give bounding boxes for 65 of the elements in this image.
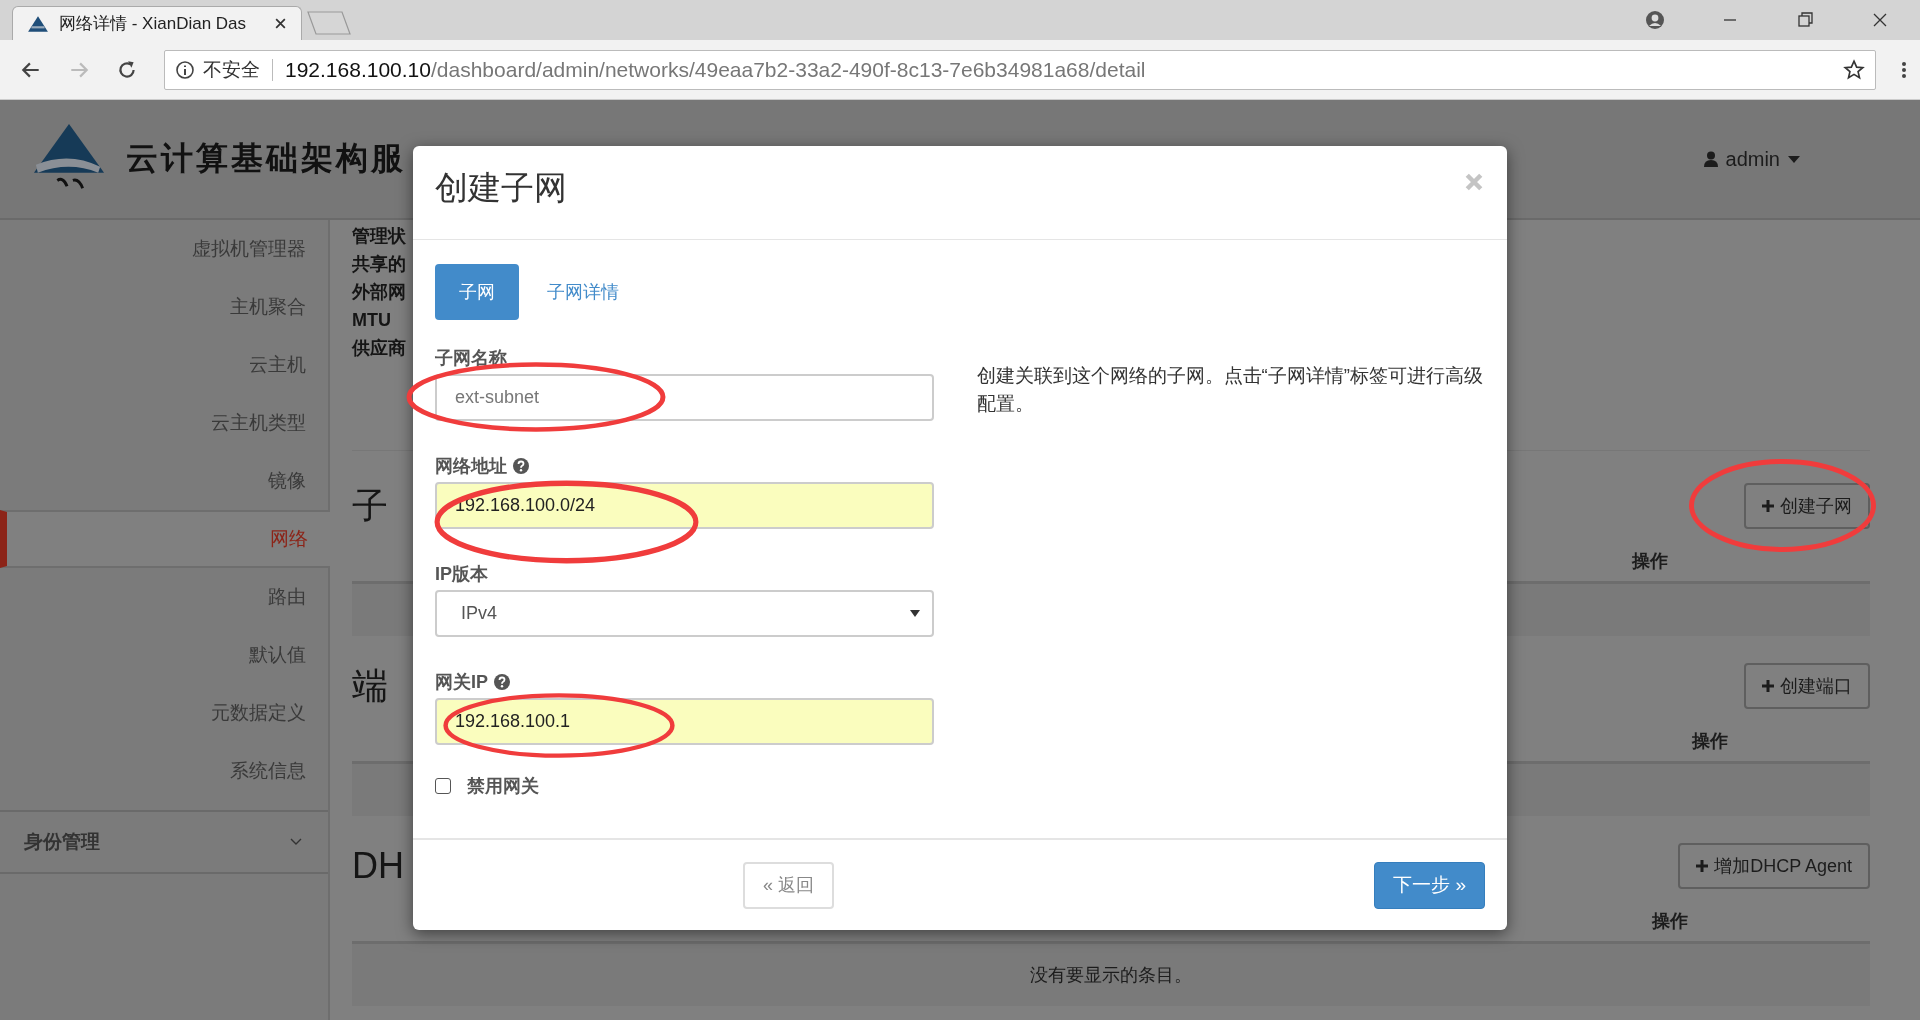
field-label: 网关IP	[435, 671, 488, 694]
select-field[interactable]: IPv4	[435, 590, 934, 637]
tab-title: 网络详情 - XianDian Das	[59, 13, 248, 35]
star-icon[interactable]	[1843, 58, 1865, 81]
info-icon	[175, 59, 195, 80]
tab[interactable]: 子网详情	[523, 264, 643, 320]
plus-icon	[1696, 860, 1709, 872]
plus-icon	[1762, 680, 1774, 692]
field-label: 网络地址	[435, 455, 507, 478]
sidebar-item[interactable]: 默认值	[0, 626, 328, 684]
sidebar-item[interactable]: 元数据定义	[0, 684, 328, 742]
sidebar-item[interactable]: 主机聚合	[0, 278, 328, 336]
next-button[interactable]: 下一步 »	[1374, 861, 1485, 909]
sidebar-item[interactable]: 云主机类型	[0, 394, 328, 452]
account-icon[interactable]	[1645, 10, 1665, 30]
column-header: 操作	[1632, 550, 1668, 573]
input-field[interactable]: ext-subnet	[435, 374, 934, 421]
overview-label: 供应商	[352, 337, 406, 360]
sidebar-group[interactable]: 身份管理	[0, 810, 328, 874]
overview-label: MTU	[352, 309, 391, 332]
sidebar-item[interactable]: 网络	[0, 510, 330, 568]
sidebar-item[interactable]: 虚拟机管理器	[0, 220, 328, 278]
browser-tab[interactable]: 网络详情 - XianDian Das	[12, 6, 302, 40]
user-icon	[1703, 151, 1718, 167]
add-button[interactable]: 增加DHCP Agent	[1678, 843, 1870, 889]
overview-label: 外部网	[352, 281, 406, 304]
add-button[interactable]: 创建端口	[1744, 663, 1870, 709]
section-heading: 子	[352, 483, 388, 528]
overview-label: 管理状	[352, 225, 406, 248]
sidebar-item[interactable]: 镜像	[0, 452, 328, 510]
field-label: IP版本	[435, 563, 488, 586]
field-label: 禁用网关	[467, 775, 539, 798]
modal-title: 创建子网	[435, 168, 567, 208]
brand-title: 云计算基础架构服	[126, 138, 406, 179]
description-text: 创建关联到这个网络的子网。点击“子网详情”标签可进行高级配置。	[976, 364, 1484, 416]
address-bar[interactable]: 不安全 192.168.100.10/dashboard/admin/networks/49eaa7b2-33a2-490f-8c13-7e6b34981a68/detail	[164, 49, 1876, 90]
sidebar-item[interactable]: 云主机	[0, 336, 328, 394]
help-icon[interactable]	[513, 458, 529, 474]
checkbox[interactable]	[435, 778, 451, 794]
back-button[interactable]: « 返回	[743, 861, 834, 909]
column-header: 操作	[1652, 910, 1688, 933]
menu-icon[interactable]	[1900, 59, 1908, 80]
close-icon[interactable]	[274, 17, 287, 30]
section-heading: DH	[352, 845, 404, 887]
plus-icon	[1762, 500, 1774, 512]
dropdown-arrow-icon	[909, 610, 920, 617]
section-heading: 端	[352, 663, 388, 708]
input-field[interactable]: 192.168.100.0/24	[435, 482, 934, 529]
add-button[interactable]: 创建子网	[1744, 483, 1870, 529]
sidebar-item[interactable]: 系统信息	[0, 742, 328, 800]
user-menu[interactable]: admin	[1703, 147, 1800, 171]
sidebar-item[interactable]: 路由	[0, 568, 328, 626]
empty-message: 没有要显示的条目。	[1030, 964, 1192, 987]
caret-icon	[1788, 155, 1800, 163]
restore-icon[interactable]	[1795, 10, 1815, 30]
triangle-logo-icon	[27, 14, 49, 33]
security-label: 不安全	[203, 57, 260, 82]
url-text: 192.168.100.10/dashboard/admin/networks/49eaa7b2-33a2-490f-8c13-7e6b34981a68/detail	[285, 57, 1147, 82]
tab[interactable]: 子网	[435, 264, 519, 320]
overview-label: 共享的	[352, 253, 406, 276]
help-icon[interactable]	[494, 674, 510, 690]
reload-icon[interactable]	[116, 58, 138, 81]
chevron-icon	[290, 838, 302, 846]
input-field[interactable]: 192.168.100.1	[435, 698, 934, 745]
column-header: 操作	[1692, 730, 1728, 753]
